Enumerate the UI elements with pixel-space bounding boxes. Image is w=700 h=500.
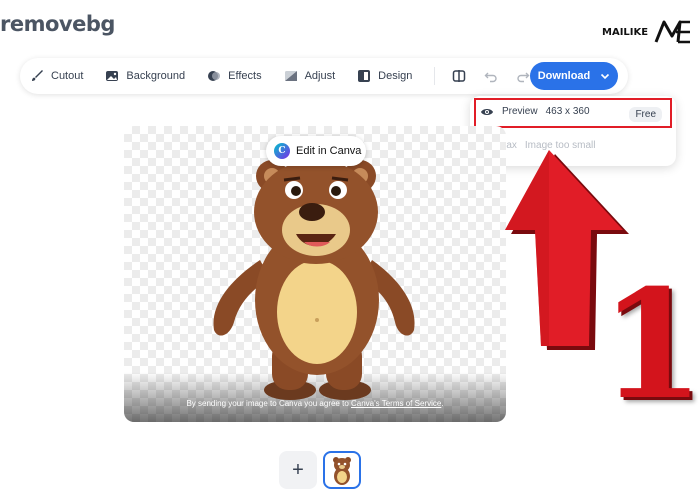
canva-logo-icon: C [274,143,290,159]
image-thumbnails: + [279,451,361,489]
chevron-down-icon [601,73,610,80]
effects-tool-button[interactable]: Effects [207,69,262,83]
download-button[interactable]: Download [530,62,618,90]
cutout-tool-button[interactable]: Cutout [30,69,83,83]
terms-link[interactable]: Canva's Terms of Service [351,399,441,408]
annotation-step-number: 1 [600,257,700,433]
watermark-text: MAILIKE [602,26,649,38]
terms-prefix: By sending your image to Canva you agree… [186,399,351,408]
adjust-icon [284,71,297,81]
preview-highlight-box [474,98,672,128]
image-thumbnail-selected[interactable] [323,451,361,489]
adjust-tool-button[interactable]: Adjust [284,69,336,83]
edit-in-canva-button[interactable]: C Edit in Canva [266,136,366,166]
design-tool-button[interactable]: Design [357,69,412,83]
effects-icon [208,71,221,81]
adjust-label: Adjust [304,70,336,82]
effects-label: Effects [228,70,262,82]
terms-notice: By sending your image to Canva you agree… [124,399,506,408]
watermark-logo-icon [654,20,691,44]
download-label: Download [537,70,591,82]
design-icon [358,70,371,82]
brand-logo-part-1: remove [0,12,86,36]
edit-in-canva-label: Edit in Canva [296,145,362,157]
background-tool-button[interactable]: Background [105,69,185,83]
watermark: MAILIKE [602,18,692,46]
bear-image [213,160,415,400]
undo-button[interactable] [481,66,501,86]
compare-icon [453,70,466,82]
max-note: Image too small [524,139,596,151]
plus-icon: + [292,458,304,481]
undo-icon [484,72,498,83]
design-label: Design [378,70,413,82]
add-image-button[interactable]: + [279,451,317,489]
cutout-label: Cutout [51,70,84,82]
redo-icon [517,72,530,83]
editor-toolbar: Cutout Background Effects Adjust Design … [20,58,628,94]
bear-thumbnail-icon [333,457,351,485]
terms-suffix: . [441,399,444,408]
background-label: Background [126,70,186,82]
brand-logo-part-2: bg [85,12,116,36]
compare-button[interactable] [449,66,469,86]
toolbar-divider [434,67,436,85]
brush-icon [32,70,43,81]
image-icon [106,71,119,81]
brand-logo[interactable]: removebg [0,12,115,36]
